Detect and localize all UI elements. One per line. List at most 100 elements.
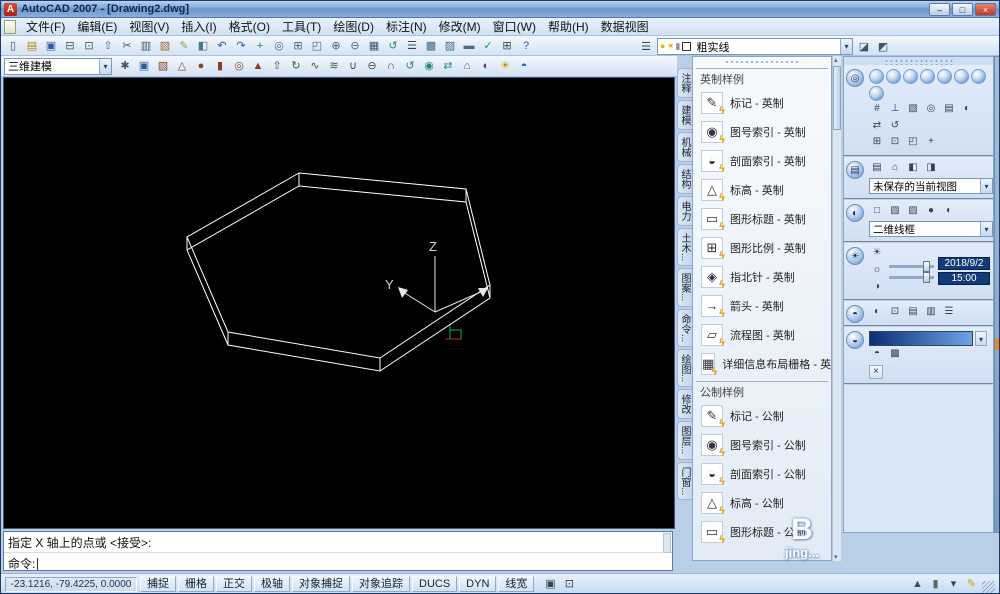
pan-icon[interactable]: + [251, 38, 269, 54]
command-scrollbar[interactable] [663, 533, 671, 553]
tool-arrow-imperial[interactable]: → 箭头 - 英制 [693, 291, 831, 320]
coordinates-readout[interactable]: -23.1216, -79.4225, 0.0000 [5, 576, 137, 592]
dyn-toggle[interactable]: DYN [459, 576, 497, 592]
palette-tab-structural[interactable]: 结构 [677, 164, 692, 194]
constrained-orbit-icon[interactable]: ◉ [420, 58, 438, 74]
slider-handle[interactable] [923, 272, 930, 283]
otrack-toggle[interactable]: 对象追踪 [352, 576, 410, 592]
command-window[interactable]: 指定 X 轴上的点或 <接受>: 命令: [3, 531, 673, 571]
sky-icon[interactable]: ☼ [869, 263, 885, 278]
previous-view-orb-icon[interactable] [869, 86, 884, 101]
palette-tab-modeling[interactable]: 建模 [677, 100, 692, 130]
chevron-down-icon[interactable] [980, 222, 992, 236]
tool-elevation-metric[interactable]: △ 标高 - 公制 [693, 488, 831, 517]
help-icon[interactable]: ? [517, 38, 535, 54]
tool-section-index-imperial[interactable]: ◒ 剖面索引 - 英制 [693, 146, 831, 175]
tool-drawing-number-index-imperial[interactable]: ◉ 图号索引 - 英制 [693, 117, 831, 146]
mapping-icon[interactable]: ▩ [887, 347, 903, 362]
zoom-window-icon[interactable]: ⊡ [887, 135, 903, 150]
palette-tab-draw[interactable]: 绘图... [677, 349, 692, 388]
model-paper-toggle-icon[interactable]: ▣ [541, 576, 559, 592]
menu-insert[interactable]: 插入(I) [175, 17, 222, 36]
zoom-previous-icon[interactable]: ◰ [308, 38, 326, 54]
drawing-canvas[interactable]: Z Y [3, 77, 675, 529]
union-icon[interactable]: ∪ [344, 58, 362, 74]
render-icon[interactable]: ◐ [477, 58, 495, 74]
views-badge-icon[interactable]: ▤ [846, 161, 864, 179]
view-cube-icon[interactable]: ▧ [905, 102, 921, 117]
camera-icon[interactable]: ⌂ [458, 58, 476, 74]
tool-drawing-scale-imperial[interactable]: ⊞ 图形比例 - 英制 [693, 233, 831, 262]
menu-dimension[interactable]: 标注(N) [380, 17, 433, 36]
chevron-down-icon[interactable] [975, 331, 987, 346]
tool-tag-metric[interactable]: ✎ 标记 - 公制 [693, 401, 831, 430]
tool-flowchart-imperial[interactable]: ▱ 流程图 - 英制 [693, 320, 831, 349]
lineweight-toggle[interactable]: 线宽 [498, 576, 535, 592]
back-clip-icon[interactable]: ◨ [923, 161, 939, 176]
walk-orb-icon[interactable] [937, 69, 952, 84]
swivel-icon[interactable]: ⇄ [439, 58, 457, 74]
material-swatch-combo[interactable] [869, 331, 973, 346]
sheet-set-manager-icon[interactable]: ▬ [460, 38, 478, 54]
redo-icon[interactable]: ↷ [232, 38, 250, 54]
layer-combo[interactable]: ● ☀ ▮ 粗实线 [657, 38, 853, 55]
named-views-icon[interactable]: ▦ [365, 38, 383, 54]
tool-drawing-number-index-metric[interactable]: ◉ 图号索引 - 公制 [693, 430, 831, 459]
orbit-icon[interactable]: ↺ [887, 119, 903, 134]
workspace-settings-icon[interactable]: ✱ [116, 58, 134, 74]
properties-icon[interactable]: ☰ [403, 38, 421, 54]
pencil-icon[interactable]: ✎ [964, 576, 979, 592]
tool-palettes-icon[interactable]: ▨ [441, 38, 459, 54]
conceptual-style-icon[interactable]: ◐ [941, 204, 957, 219]
chevron-down-icon[interactable] [980, 179, 992, 193]
ortho-toggle[interactable]: 正交 [216, 576, 252, 592]
palette-tab-electrical[interactable]: 电力 [677, 196, 692, 226]
render-output-icon[interactable]: ▥ [923, 305, 939, 320]
visual-style-combo[interactable]: 二维线框 [869, 221, 993, 237]
zoom-in-icon[interactable]: ⊕ [327, 38, 345, 54]
loft-icon[interactable]: ≋ [325, 58, 343, 74]
minimize-button[interactable]: – [929, 2, 950, 16]
camera-icon[interactable]: ⌂ [887, 161, 903, 176]
lights-icon[interactable]: ☀ [496, 58, 514, 74]
shadow-icon[interactable]: ◑ [869, 280, 885, 295]
zoom-realtime-icon[interactable]: ◎ [270, 38, 288, 54]
menu-tools[interactable]: 工具(T) [276, 17, 327, 36]
render-icon[interactable]: ◐ [869, 305, 885, 320]
clear-material-button[interactable]: × [869, 365, 883, 379]
named-views-icon[interactable]: ▤ [869, 161, 885, 176]
resize-grip[interactable] [982, 581, 995, 593]
annotation-scale-icon[interactable]: ▲ [910, 576, 925, 592]
tool-drawing-title-metric[interactable]: ▭ 图形标题 - 公制 [693, 517, 831, 546]
plot-icon[interactable]: ⊟ [61, 38, 79, 54]
workspace-combo[interactable]: 三维建模 [4, 57, 112, 75]
cut-icon[interactable]: ✂ [118, 38, 136, 54]
menu-format[interactable]: 格式(O) [223, 17, 276, 36]
zoom-out-icon[interactable]: ⊖ [346, 38, 364, 54]
render-badge-icon[interactable]: ◓ [846, 305, 864, 323]
tray-arrow-icon[interactable]: ▾ [946, 576, 961, 592]
iso-view-icon[interactable]: ◐ [959, 102, 975, 117]
revolve-icon[interactable]: ↻ [287, 58, 305, 74]
render-region-icon[interactable]: ⊡ [887, 305, 903, 320]
dashboard-side-strip[interactable] [994, 56, 999, 533]
pyramid-icon[interactable]: ▲ [249, 58, 267, 74]
open-file-icon[interactable]: ▤ [23, 38, 41, 54]
hidden-style-icon[interactable]: ▨ [905, 204, 921, 219]
cylinder-icon[interactable]: ▮ [211, 58, 229, 74]
extrude-icon[interactable]: ⇧ [268, 58, 286, 74]
ucs-icon[interactable]: ⊥ [887, 102, 903, 117]
palette-tab-annotation[interactable]: 注释 [677, 68, 692, 98]
menu-modify[interactable]: 修改(M) [433, 17, 487, 36]
tool-detail-grid-imperial[interactable]: ▦ 详细信息布局栅格 - 英制 [693, 349, 831, 378]
markup-set-manager-icon[interactable]: ✓ [479, 38, 497, 54]
menu-edit[interactable]: 编辑(E) [71, 17, 123, 36]
front-clip-icon[interactable]: ◧ [905, 161, 921, 176]
zoom-extents-icon[interactable]: ⊞ [869, 135, 885, 150]
realistic-style-icon[interactable]: ● [923, 204, 939, 219]
menu-view[interactable]: 视图(V) [123, 17, 175, 36]
polar-toggle[interactable]: 极轴 [254, 576, 290, 592]
subtract-icon[interactable]: ⊖ [363, 58, 381, 74]
grid-toggle[interactable]: 栅格 [178, 576, 214, 592]
grid-icon[interactable]: # [869, 102, 885, 117]
